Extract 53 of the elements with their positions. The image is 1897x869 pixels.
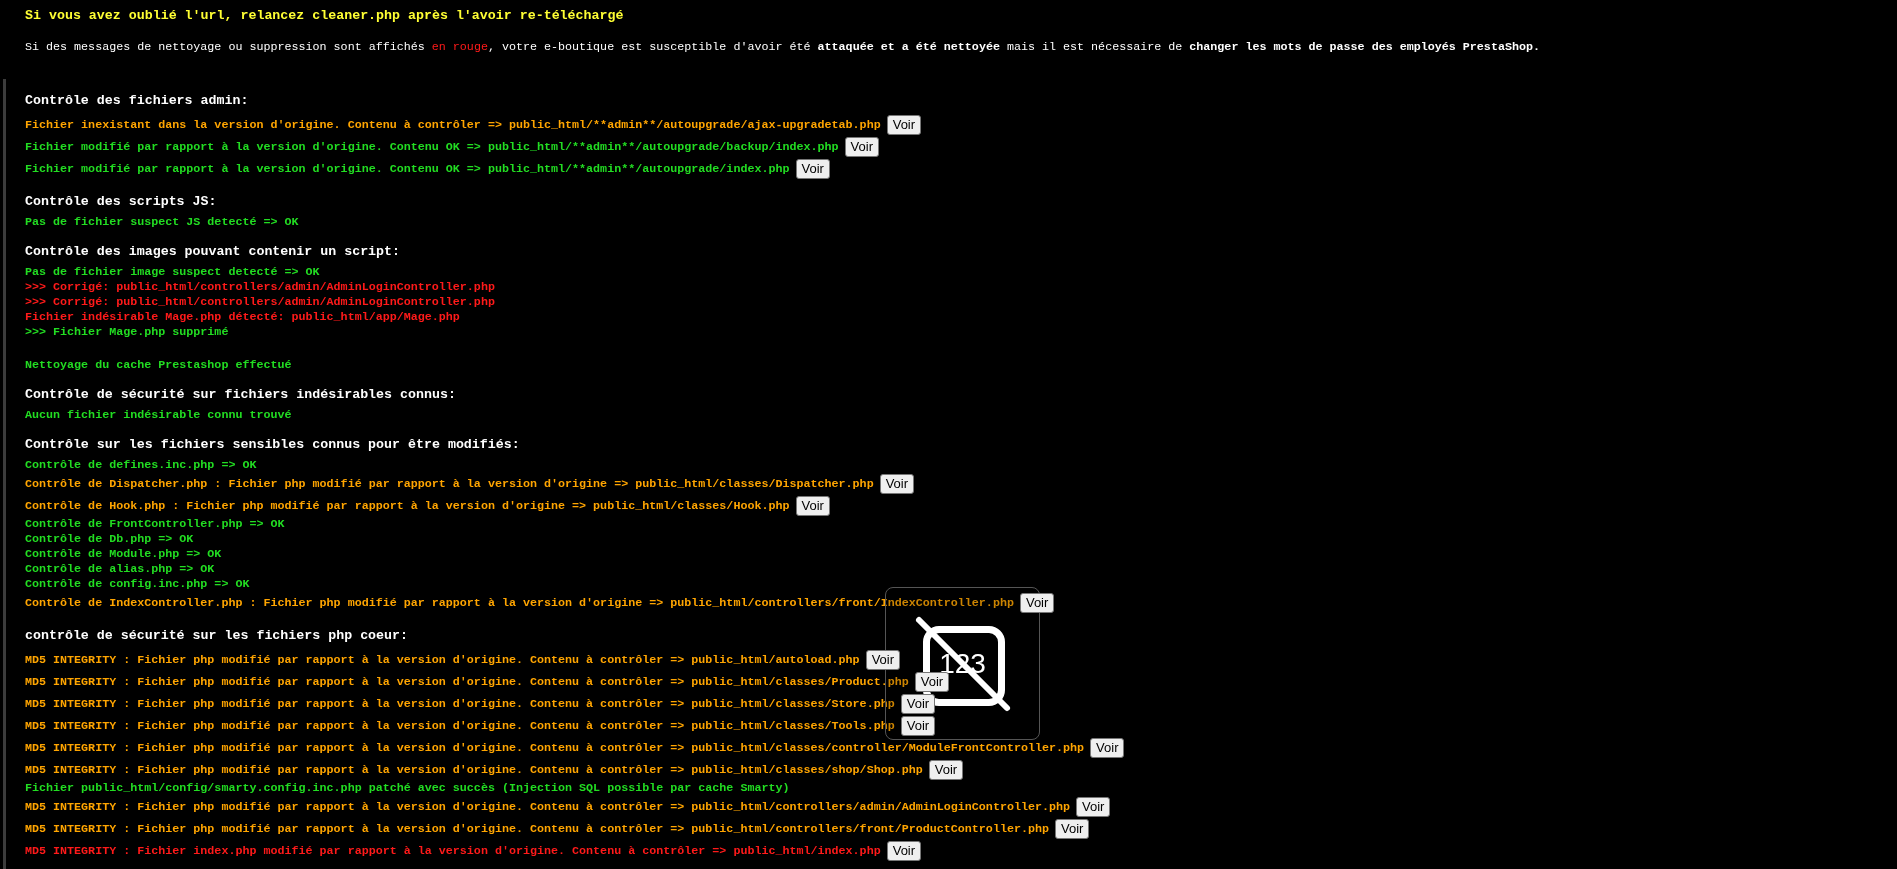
- log-line: Contrôle de Db.php => OK: [25, 532, 194, 547]
- view-button[interactable]: Voir: [886, 115, 922, 135]
- log-line: MD5 INTEGRITY : Fichier php modifié par rapport à la version d'origine. Contenu à contrôler => public_html/controllers/front/ProductController.php: [25, 821, 1049, 837]
- section-heading: contrôle de sécurité sur les fichiers php coeur:: [25, 627, 408, 645]
- section-heading: Contrôle de sécurité sur fichiers indésirables connus:: [25, 386, 456, 404]
- view-button[interactable]: Voir: [865, 650, 901, 670]
- log-line: Aucun fichier indésirable connu trouvé: [25, 408, 292, 423]
- view-button[interactable]: Voir: [914, 672, 950, 692]
- log-line: Pas de fichier suspect JS detecté => OK: [25, 215, 299, 230]
- log-line: Fichier modifié par rapport à la version d'origine. Contenu OK => public_html/**admin**/autoupgrade/backup/index.php: [25, 139, 839, 155]
- section-heading: Contrôle sur les fichiers sensibles connus pour être modifiés:: [25, 436, 520, 454]
- log-line: >>> Corrigé: public_html/controllers/admin/AdminLoginController.php: [25, 295, 495, 310]
- log-line: MD5 INTEGRITY : Fichier php modifié par rapport à la version d'origine. Contenu à contrôler => public_html/classes/controller/ModuleFrontController.php: [25, 740, 1085, 756]
- view-button[interactable]: Voir: [844, 137, 879, 157]
- notice-text: Si vous avez oublié l'url, relancez cleaner.php après l'avoir re-téléchargé: [25, 7, 624, 25]
- view-button[interactable]: Voir: [900, 694, 936, 714]
- section-heading: Contrôle des scripts JS:: [25, 193, 217, 211]
- log-line: Fichier public_html/config/smarty.config.inc.php patché avec succès (Injection SQL possible par cache Smarty): [25, 781, 790, 796]
- log-line: Pas de fichier image suspect detecté => OK: [25, 265, 320, 280]
- view-button[interactable]: Voir: [1055, 819, 1090, 839]
- log-line: MD5 INTEGRITY : Fichier php modifié par rapport à la version d'origine. Contenu à contrôler => public_html/autoload.php: [25, 652, 860, 668]
- log-line: MD5 INTEGRITY : Fichier php modifié par rapport à la version d'origine. Contenu à contrôler => public_html/controllers/admin/AdminLoginController.php: [25, 799, 1071, 815]
- log-line: Contrôle de Dispatcher.php : Fichier php modifié par rapport à la version d'origine => public_html/classes/Dispatcher.php: [25, 476, 874, 492]
- view-button[interactable]: Voir: [795, 496, 830, 516]
- log-line: Nettoyage du cache Prestashop effectué: [25, 358, 292, 373]
- view-button[interactable]: Voir: [1090, 738, 1125, 758]
- intro-paragraph: Si des messages de nettoyage ou suppression sont affichés en rouge, votre e-boutique est susceptible d'avoir été attaquée et a été nettoyée mais il est nécessaire de changer les mots de passe des employés PrestaShop.: [25, 39, 1540, 55]
- log-line: Fichier indésirable Mage.php détecté: public_html/app/Mage.php: [25, 310, 460, 325]
- view-button[interactable]: Voir: [1076, 797, 1111, 817]
- log-line: MD5 INTEGRITY : Fichier php modifié par rapport à la version d'origine. Contenu à contrôler => public_html/classes/Store.php: [25, 696, 895, 712]
- view-button[interactable]: Voir: [900, 716, 936, 736]
- view-button[interactable]: Voir: [886, 841, 922, 861]
- log-line: Contrôle de alias.php => OK: [25, 562, 215, 577]
- log-line: Contrôle de defines.inc.php => OK: [25, 458, 257, 473]
- log-line: Fichier inexistant dans la version d'origine. Contenu à contrôler => public_html/**admin**/autoupgrade/ajax-upgradetab.php: [25, 117, 881, 133]
- view-button[interactable]: Voir: [928, 760, 964, 780]
- log-line: >>> Corrigé: public_html/controllers/admin/AdminLoginController.php: [25, 280, 495, 295]
- log-line: Contrôle de Hook.php : Fichier php modifié par rapport à la version d'origine => public_html/classes/Hook.php: [25, 498, 790, 514]
- log-line: Contrôle de config.inc.php => OK: [25, 577, 250, 592]
- log-line: Fichier modifié par rapport à la version d'origine. Contenu OK => public_html/**admin**/autoupgrade/index.php: [25, 161, 790, 177]
- log-line: MD5 INTEGRITY : Fichier index.php modifié par rapport à la version d'origine. Contenu à contrôler => public_html/index.php: [25, 843, 881, 859]
- log-line: Contrôle de IndexController.php : Fichier php modifié par rapport à la version d'origine => public_html/controllers/front/IndexController.php: [25, 595, 1014, 611]
- view-button[interactable]: Voir: [795, 159, 830, 179]
- log-line: >>> Fichier Mage.php supprimé: [25, 325, 229, 340]
- log-line: MD5 INTEGRITY : Fichier php modifié par rapport à la version d'origine. Contenu à contrôler => public_html/classes/Product.php: [25, 674, 909, 690]
- view-button[interactable]: Voir: [1019, 593, 1055, 613]
- section-heading: Contrôle des images pouvant contenir un script:: [25, 243, 401, 261]
- log-line: Contrôle de Module.php => OK: [25, 547, 222, 562]
- log-line: Contrôle de FrontController.php => OK: [25, 517, 285, 532]
- log-line: MD5 INTEGRITY : Fichier php modifié par rapport à la version d'origine. Contenu à contrôler => public_html/classes/shop/Shop.php: [25, 762, 923, 778]
- view-button[interactable]: Voir: [879, 474, 915, 494]
- section-heading: Contrôle des fichiers admin:: [25, 92, 249, 110]
- log-line: MD5 INTEGRITY : Fichier php modifié par rapport à la version d'origine. Contenu à contrôler => public_html/classes/Tools.php: [25, 718, 895, 734]
